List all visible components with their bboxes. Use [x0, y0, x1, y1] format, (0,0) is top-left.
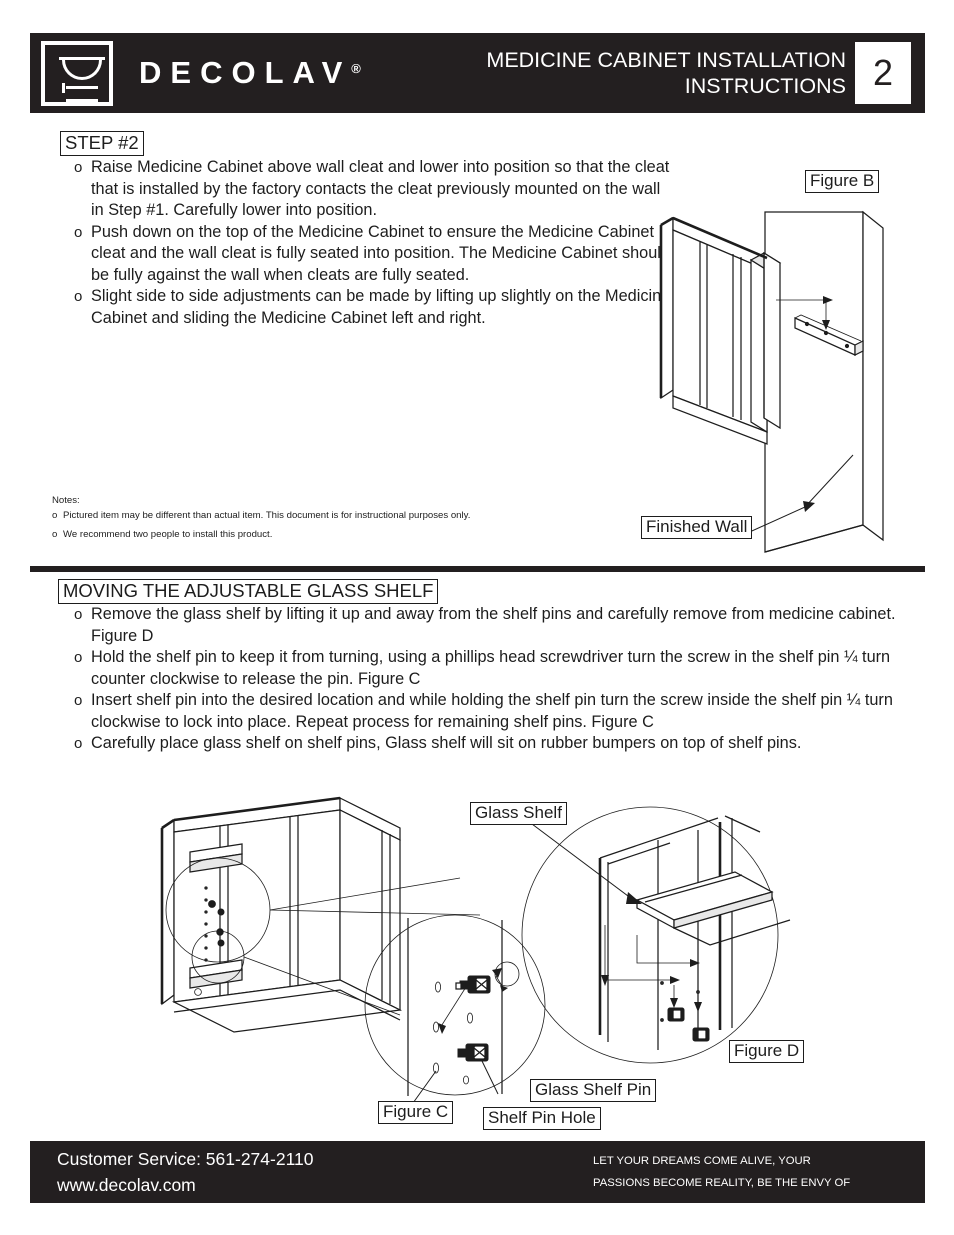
- glass-shelf-instruction-list: o Remove the glass shelf by lifting it u…: [74, 604, 929, 755]
- rotation-arrow-icon: [492, 961, 520, 992]
- list-item: o Slight side to side adjustments can be…: [74, 286, 674, 329]
- logo-basin-bowl: [62, 59, 102, 80]
- figure-b-label: Figure B: [805, 170, 880, 194]
- page-title-line-1: MEDICINE CABINET INSTALLATION: [486, 48, 846, 72]
- bullet-marker: o: [74, 606, 83, 623]
- section2-label: MOVING THE ADJUSTABLE GLASS SHELF: [58, 579, 439, 604]
- list-item: o Raise Medicine Cabinet above wall clea…: [74, 157, 674, 222]
- list-item-text: Insert shelf pin into the desired locati…: [91, 691, 893, 731]
- logo-basin-pedestal: [66, 85, 98, 89]
- bullet-marker: o: [74, 288, 83, 305]
- section-divider: [30, 566, 925, 572]
- step2-instruction-list: o Raise Medicine Cabinet above wall clea…: [74, 157, 674, 329]
- logo-basin-base: [66, 98, 98, 102]
- figure-c-label: Figure C: [378, 1101, 454, 1125]
- page-title-line-2: INSTRUCTIONS: [684, 74, 846, 98]
- list-item: o Push down on the top of the Medicine C…: [74, 222, 674, 287]
- page-number-badge: 2: [855, 42, 911, 104]
- medicine-cabinet-box: [659, 216, 782, 445]
- brand-logo: DECOLAV®: [41, 40, 361, 106]
- website-link[interactable]: www.decolav.com: [57, 1172, 313, 1198]
- list-item: o Carefully place glass shelf on shelf p…: [74, 733, 929, 755]
- list-item-text: We recommend two people to install this …: [63, 529, 273, 540]
- finished-wall-leader-overlay: [742, 454, 854, 536]
- tagline-line-2: PASSIONS BECOME REALITY, BE THE ENVY OF: [593, 1177, 851, 1189]
- list-item: o Insert shelf pin into the desired loca…: [74, 690, 929, 733]
- bullet-marker: o: [74, 649, 83, 666]
- customer-service-text: Customer Service: 561-274-2110: [57, 1149, 314, 1169]
- bullet-marker: o: [52, 509, 58, 521]
- list-item: o Remove the glass shelf by lifting it u…: [74, 604, 929, 647]
- tagline-line-1: LET YOUR DREAMS COME ALIVE, YOUR: [593, 1155, 811, 1167]
- registered-mark: ®: [351, 61, 361, 76]
- list-item: o Pictured item may be different than ac…: [52, 509, 632, 523]
- bullet-marker: o: [74, 223, 83, 241]
- figure-d-detail-circle: [521, 806, 791, 1064]
- brand-wordmark-text: DECOLAV: [139, 55, 352, 90]
- step-label: STEP #2: [60, 131, 144, 156]
- list-item-text: Remove the glass shelf by lifting it up …: [91, 605, 896, 645]
- sink-basin-logo-icon: [41, 40, 113, 106]
- notes-block: Notes: o Pictured item may be different …: [52, 494, 632, 548]
- footer-tagline: LET YOUR DREAMS COME ALIVE, YOUR PASSION…: [593, 1150, 903, 1194]
- bullet-marker: o: [74, 735, 83, 752]
- glass-shelf-pin-label: Glass Shelf Pin: [530, 1079, 657, 1103]
- list-item-text: Hold the shelf pin to keep it from turni…: [91, 648, 891, 688]
- glass-shelf-leader: [523, 817, 642, 904]
- shelf-pin-assembly-upper: [455, 975, 491, 994]
- glass-shelf-label: Glass Shelf: [470, 802, 567, 826]
- shelf-placement-arrows: [601, 925, 702, 1012]
- page-footer: Customer Service: 561-274-2110 www.decol…: [30, 1141, 925, 1203]
- list-item: o Hold the shelf pin to keep it from tur…: [74, 647, 929, 690]
- list-item-text: Raise Medicine Cabinet above wall cleat …: [91, 158, 670, 219]
- finished-wall-label: Finished Wall: [641, 516, 753, 540]
- list-item-text: Push down on the top of the Medicine Cab…: [91, 222, 670, 284]
- figure-d-shelf-pins: [660, 981, 710, 1042]
- glass-shelf-panel: [635, 871, 774, 930]
- brand-wordmark: DECOLAV®: [139, 55, 361, 91]
- notes-title: Notes:: [52, 495, 80, 506]
- cabinet-isometric-view: [160, 796, 403, 1033]
- shelf-pin-assembly-lower: [457, 1043, 489, 1062]
- figure-d-label: Figure D: [729, 1040, 805, 1064]
- list-item-text: Carefully place glass shelf on shelf pin…: [91, 734, 802, 752]
- header-title-group: MEDICINE CABINET INSTALLATION INSTRUCTIO…: [486, 33, 925, 113]
- shelf-pin-hole-label: Shelf Pin Hole: [483, 1107, 601, 1131]
- bullet-marker: o: [74, 159, 83, 176]
- footer-contact: Customer Service: 561-274-2110 www.decol…: [57, 1146, 313, 1198]
- bullet-marker: o: [74, 692, 83, 709]
- logo-basin-stem: [62, 82, 65, 93]
- page-header: DECOLAV® MEDICINE CABINET INSTALLATION I…: [30, 33, 925, 113]
- list-item: o We recommend two people to install thi…: [52, 528, 632, 542]
- list-item-text: Slight side to side adjustments can be m…: [91, 287, 671, 327]
- bullet-marker: o: [52, 529, 58, 540]
- page-title: MEDICINE CABINET INSTALLATION INSTRUCTIO…: [486, 47, 855, 99]
- list-item-text: Pictured item may be different than actu…: [63, 509, 471, 521]
